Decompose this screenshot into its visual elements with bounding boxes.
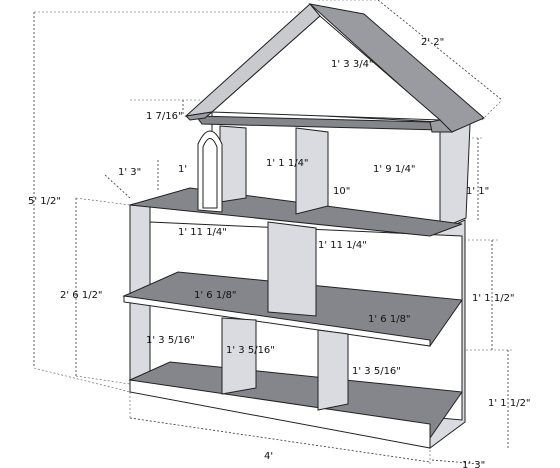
dim-mid-right-width: 1' 11 1/4" <box>318 240 367 251</box>
dim-bottom-right-width: 1' 3 5/16" <box>352 366 401 377</box>
dim-roof-height: 1' 3 3/4" <box>331 59 374 70</box>
dim-shelf-left-depth: 1' 6 1/8" <box>194 290 237 301</box>
dollhouse-structure <box>122 3 485 449</box>
dim-base-depth: 1' 3" <box>462 460 485 468</box>
dim-attic-door-small: 1' <box>178 164 187 175</box>
dim-mid-right-height: 1' 1 1/2" <box>472 293 515 304</box>
dim-bottom-left-width: 1' 3 5/16" <box>146 335 195 346</box>
mid-divider <box>267 221 317 317</box>
dim-total-width: 4' <box>264 451 273 462</box>
dim-attic-right-width: 1' 9 1/4" <box>373 164 416 175</box>
dim-bottom-right-height: 1' 1 1/2" <box>488 398 531 409</box>
attic-divider <box>295 127 329 215</box>
dim-roof-overhang: 1 7/16" <box>146 111 183 122</box>
dim-attic-divider: 10" <box>333 186 350 197</box>
dim-attic-door: 1' 3" <box>118 167 141 178</box>
dim-top-right-height: 1' 1" <box>466 186 489 197</box>
dollhouse-plan-drawing: 2' 2" 1' 3 3/4" 1 7/16" 5' 1/2" 2' 6 1/2… <box>28 0 531 468</box>
dim-roof-depth: 2' 2" <box>421 37 444 48</box>
dim-mid-height: 2' 6 1/2" <box>60 290 103 301</box>
dim-bottom-mid-width: 1' 3 5/16" <box>226 345 275 356</box>
bottom-divider-2 <box>317 329 349 411</box>
dim-attic-left-width: 1' 1 1/4" <box>266 158 309 169</box>
attic-left-wall <box>219 125 247 203</box>
dim-total-height: 5' 1/2" <box>28 196 61 207</box>
dim-shelf-right-depth: 1' 6 1/8" <box>368 314 411 325</box>
bottom-divider-1 <box>221 317 257 395</box>
dim-mid-left-width: 1' 11 1/4" <box>178 227 227 238</box>
